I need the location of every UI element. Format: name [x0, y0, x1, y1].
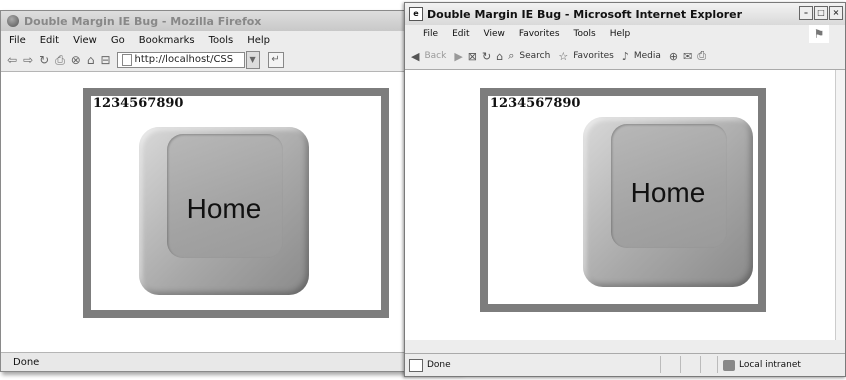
ie-menu-file[interactable]: File: [423, 29, 438, 39]
firefox-window-title: Double Margin IE Bug - Mozilla Firefox: [24, 14, 262, 28]
home-key-image: Home: [583, 117, 753, 287]
ie-status-bar: Done Local intranet: [405, 353, 845, 376]
ie-logo-icon: e: [409, 7, 423, 21]
firefox-menu-view[interactable]: View: [73, 35, 97, 46]
home-icon[interactable]: ⌂: [87, 53, 95, 67]
stop-icon[interactable]: ⊠: [468, 50, 477, 63]
firefox-menu-bar: File Edit View Go Bookmarks Tools Help: [1, 31, 461, 49]
windows-logo-icon: ⚑: [809, 25, 829, 43]
page-done-icon: [409, 358, 423, 372]
history-icon[interactable]: ⊕: [669, 50, 678, 63]
print-icon[interactable]: ⎙: [55, 53, 65, 68]
ie-window-title: Double Margin IE Bug - Microsoft Interne…: [427, 7, 743, 21]
back-icon[interactable]: ◀: [411, 50, 419, 63]
address-bar[interactable]: http://localhost/CSS: [116, 52, 245, 68]
firefox-logo-icon: [7, 15, 19, 27]
firefox-menu-bookmarks[interactable]: Bookmarks: [139, 35, 195, 46]
ie-menu-bar: File Edit View Favorites Tools Help ⚑: [405, 25, 845, 43]
refresh-icon[interactable]: ↻: [482, 50, 491, 63]
print-icon[interactable]: ⎙: [697, 49, 706, 63]
firefox-title-bar[interactable]: Double Margin IE Bug - Mozilla Firefox: [1, 11, 461, 31]
home-key-label: Home: [630, 177, 706, 208]
stop-icon[interactable]: ⊗: [71, 53, 81, 67]
ie-standard-toolbar: ◀ Back ▶ ⊠ ↻ ⌂ ⌕ Search ☆ Favorites ♪ Me…: [405, 43, 845, 70]
ie-page-content: 1234567890 Home: [405, 70, 837, 340]
address-dropdown-button[interactable]: ▼: [245, 51, 260, 69]
home-key-label: Home: [186, 193, 262, 224]
firefox-menu-file[interactable]: File: [9, 35, 26, 46]
home-icon[interactable]: ⌂: [496, 50, 503, 63]
bookmark-icon[interactable]: ⊟: [100, 53, 110, 67]
back-button-label[interactable]: Back: [424, 51, 446, 61]
digits-text: 1234567890: [93, 96, 184, 111]
bordered-container: 1234567890 Home: [83, 88, 389, 318]
digits-text: 1234567890: [490, 96, 581, 111]
maximize-icon[interactable]: □: [814, 6, 828, 20]
back-arrow-icon[interactable]: ⇦: [7, 53, 17, 67]
minimize-icon[interactable]: –: [799, 6, 813, 20]
ie-menu-favorites[interactable]: Favorites: [519, 29, 560, 39]
ie-menu-view[interactable]: View: [484, 29, 505, 39]
firefox-page-content: 1234567890 Home: [1, 72, 461, 352]
ie-vertical-scrollbar[interactable]: [835, 70, 845, 340]
ie-menu-tools[interactable]: Tools: [574, 29, 596, 39]
firefox-status-bar: Done: [1, 352, 461, 371]
ie-status-text: Done: [427, 360, 451, 370]
firefox-menu-go[interactable]: Go: [111, 35, 125, 46]
media-icon[interactable]: ♪: [622, 50, 629, 63]
mail-icon[interactable]: ✉: [683, 50, 692, 63]
ie-title-bar[interactable]: e Double Margin IE Bug - Microsoft Inter…: [405, 3, 845, 25]
ie-security-zone: Local intranet: [739, 360, 801, 370]
firefox-menu-tools[interactable]: Tools: [209, 35, 234, 46]
forward-arrow-icon[interactable]: ⇨: [23, 53, 33, 67]
ie-window: e Double Margin IE Bug - Microsoft Inter…: [404, 2, 846, 377]
firefox-menu-edit[interactable]: Edit: [40, 35, 59, 46]
favorites-star-icon[interactable]: ☆: [558, 50, 568, 63]
favorites-button-label[interactable]: Favorites: [573, 51, 614, 61]
go-icon[interactable]: ↵: [267, 52, 284, 68]
firefox-navigation-toolbar: ⇦ ⇨ ↻ ⎙ ⊗ ⌂ ⊟ http://localhost/CSS ▼ ↵: [1, 49, 461, 72]
firefox-status-text: Done: [13, 357, 40, 368]
reload-icon[interactable]: ↻: [39, 53, 49, 67]
close-icon[interactable]: ×: [829, 6, 843, 20]
search-button-label[interactable]: Search: [519, 51, 550, 61]
ie-menu-edit[interactable]: Edit: [452, 29, 469, 39]
firefox-menu-help[interactable]: Help: [247, 35, 270, 46]
intranet-zone-icon: [723, 359, 735, 371]
address-url: http://localhost/CSS: [134, 54, 234, 65]
ie-menu-help[interactable]: Help: [610, 29, 631, 39]
home-key-image: Home: [139, 127, 309, 295]
forward-icon[interactable]: ▶: [454, 50, 462, 63]
media-button-label[interactable]: Media: [634, 51, 661, 61]
search-icon[interactable]: ⌕: [508, 49, 514, 63]
bordered-container: 1234567890 Home: [480, 88, 766, 312]
firefox-window: Double Margin IE Bug - Mozilla Firefox F…: [0, 10, 462, 372]
page-icon: [121, 54, 132, 66]
